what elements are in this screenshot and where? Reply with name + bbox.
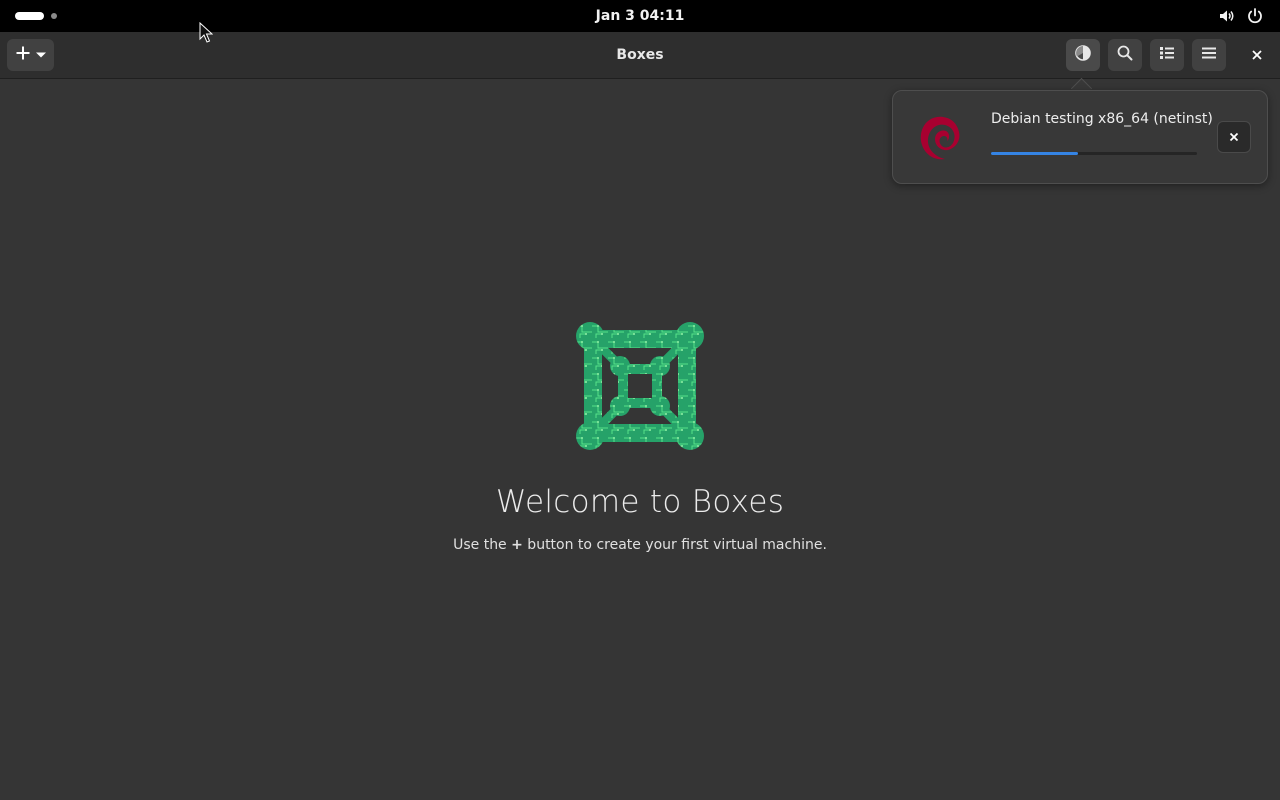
workspace-active-pill[interactable] [15, 12, 44, 20]
search-icon [1116, 44, 1134, 66]
boxes-logo [576, 322, 704, 450]
menu-icon [1201, 45, 1217, 65]
add-button[interactable] [7, 39, 54, 71]
welcome-title: Welcome to Boxes [495, 484, 785, 520]
download-name: Debian testing x86_64 (netinst) [991, 111, 1213, 127]
downloads-icon [1074, 44, 1092, 66]
plus-icon [15, 45, 31, 65]
close-icon [1251, 46, 1263, 65]
debian-logo-icon [913, 105, 969, 169]
downloads-button[interactable] [1066, 39, 1100, 71]
welcome-hint: Use the + button to create your first vi… [0, 537, 1280, 553]
download-progress-fill [991, 152, 1078, 155]
cancel-download-button[interactable] [1217, 121, 1251, 153]
clock[interactable]: Jan 3 04:11 [0, 0, 1280, 32]
downloads-popover: Debian testing x86_64 (netinst) [892, 90, 1268, 184]
hint-plus: + [511, 537, 523, 553]
list-view-icon [1159, 45, 1175, 65]
download-progress-bar [991, 152, 1197, 155]
list-view-button[interactable] [1150, 39, 1184, 71]
volume-icon[interactable] [1218, 7, 1236, 25]
power-icon[interactable] [1246, 7, 1264, 25]
workspace-indicator[interactable] [15, 12, 57, 20]
hint-prefix: Use the [453, 537, 512, 553]
mouse-pointer-icon [199, 21, 214, 44]
window-close-button[interactable] [1245, 43, 1269, 67]
workspace-dot[interactable] [51, 13, 57, 19]
hint-suffix: button to create your first virtual mach… [522, 537, 827, 553]
system-menu[interactable] [1218, 7, 1264, 25]
top-bar: Jan 3 04:11 [0, 0, 1280, 32]
header-bar: Boxes [0, 32, 1280, 79]
search-button[interactable] [1108, 39, 1142, 71]
close-icon [1228, 128, 1240, 147]
chevron-down-icon [35, 46, 47, 65]
main-menu-button[interactable] [1192, 39, 1226, 71]
